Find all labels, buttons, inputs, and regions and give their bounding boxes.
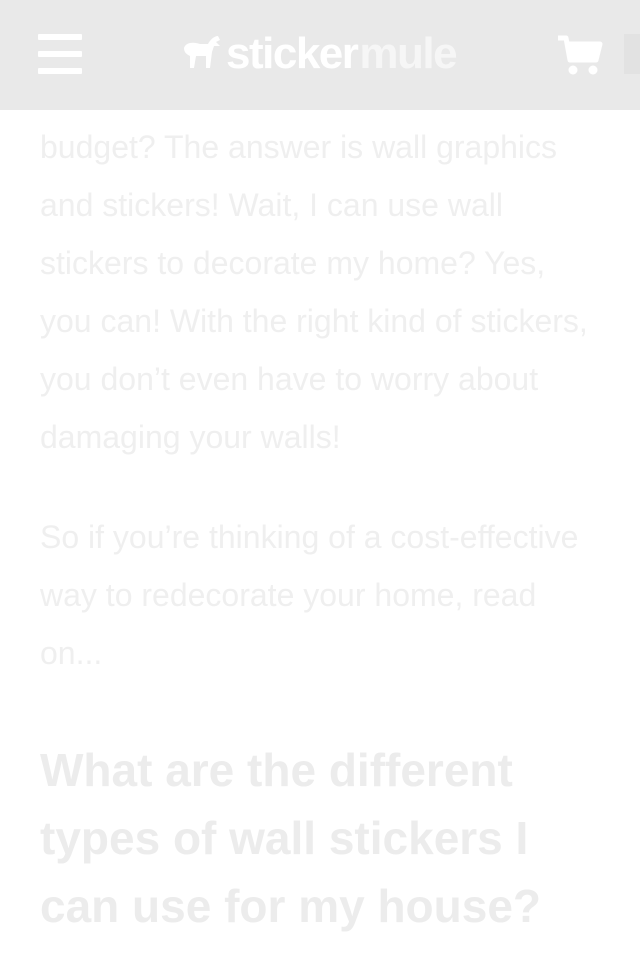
hamburger-menu-icon[interactable] [38,34,82,74]
shopping-cart-icon[interactable] [556,34,604,78]
logo-text-mule: mule [359,29,457,78]
article-paragraph: So if you’re thinking of a cost-effectiv… [40,519,579,671]
menu-line [38,51,82,57]
logo-text-sticker: sticker [226,29,359,78]
menu-line [38,34,82,40]
article-body: budget? The answer is wall graphics and … [40,118,600,940]
header-edge-element [624,34,640,74]
stickermule-logo[interactable]: sticker mule [180,28,458,80]
article-paragraph: budget? The answer is wall graphics and … [40,129,588,455]
section-heading: What are the different types of wall sti… [40,744,542,932]
top-nav-bar: sticker mule [0,0,640,110]
menu-line [38,68,82,74]
mule-logo-icon [184,36,220,68]
